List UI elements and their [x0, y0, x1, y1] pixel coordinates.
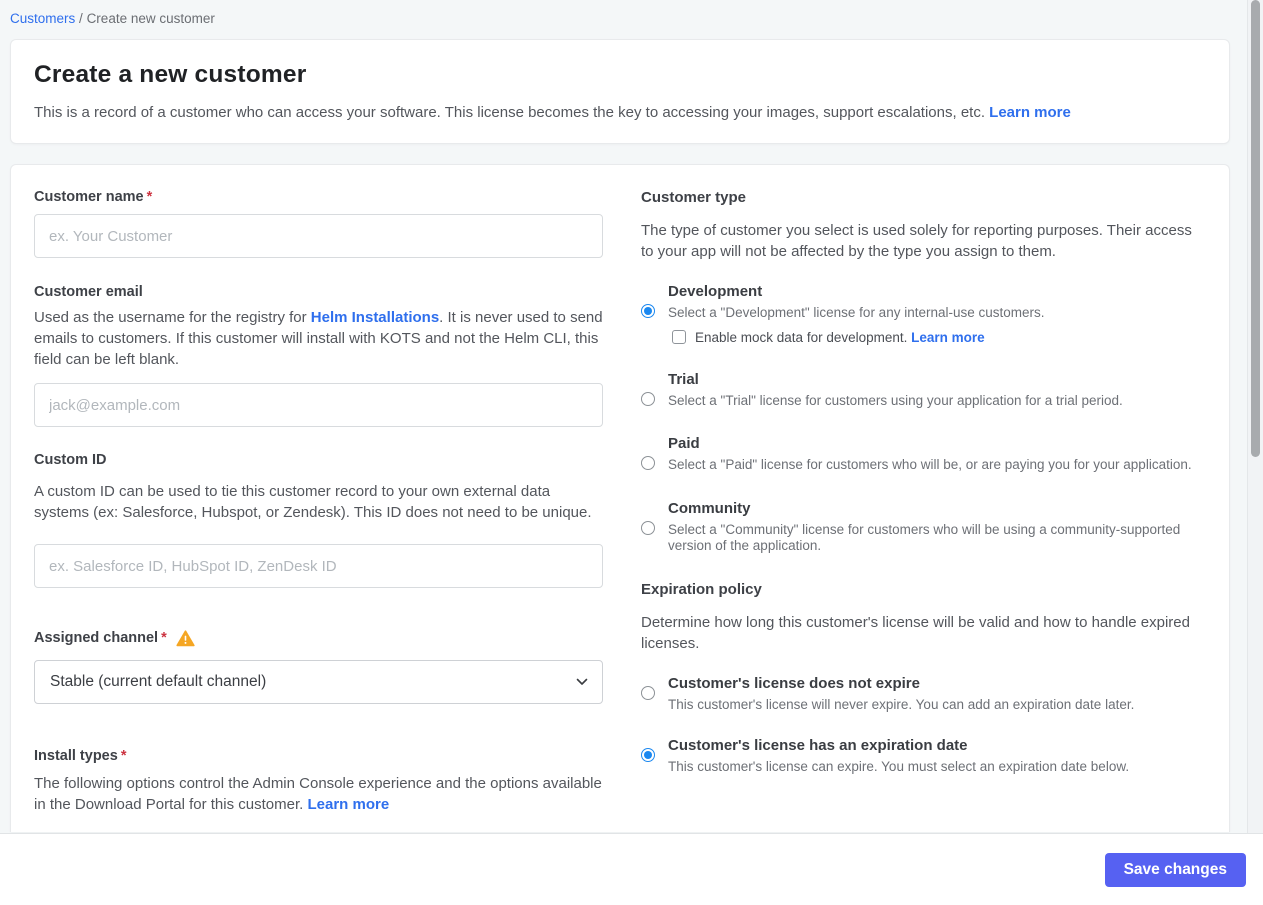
- customer-type-description: The type of customer you select is used …: [641, 222, 1192, 260]
- required-asterisk: *: [120, 748, 127, 764]
- customer-name-label: Customer name *: [34, 189, 153, 205]
- form-right-column: Customer type The type of customer you s…: [641, 189, 1193, 832]
- scroll-content: Customers / Create new customer Create a…: [0, 0, 1247, 833]
- customer-type-option-community: Community Select a "Community" license f…: [641, 500, 1193, 555]
- option-description: Select a "Development" license for any i…: [668, 305, 1045, 320]
- warning-icon: [176, 630, 195, 647]
- mock-data-checkbox-row: Enable mock data for development. Learn …: [672, 330, 1193, 345]
- install-types-label: Install types *: [34, 748, 127, 764]
- helm-installations-link[interactable]: Helm Installations: [311, 309, 439, 326]
- form-left-column: Customer name* Customer email Used as th…: [34, 189, 603, 832]
- radio-license-has-expiration[interactable]: [641, 748, 655, 762]
- customer-type-option-trial: Trial Select a "Trial" license for custo…: [641, 371, 1193, 410]
- footer-bar: Save changes: [0, 833, 1263, 905]
- expiration-option-has-date: Customer's license has an expiration dat…: [641, 737, 1193, 776]
- page-title: Create a new customer: [34, 61, 307, 88]
- custom-id-input[interactable]: [34, 544, 603, 588]
- option-label: Development: [668, 283, 763, 300]
- mock-data-learn-more-link[interactable]: Learn more: [911, 330, 985, 345]
- customer-email-help: Used as the username for the registry fo…: [34, 309, 603, 368]
- radio-development[interactable]: [641, 304, 655, 318]
- option-description: Select a "Community" license for custome…: [668, 521, 1181, 554]
- breadcrumb: Customers / Create new customer: [0, 0, 1247, 26]
- option-label: Customer's license does not expire: [668, 674, 920, 692]
- assigned-channel-select[interactable]: Stable (current default channel): [34, 660, 603, 704]
- header-learn-more-link[interactable]: Learn more: [989, 104, 1071, 121]
- page-description: This is a record of a customer who can a…: [34, 102, 1206, 123]
- customer-email-input[interactable]: [34, 383, 603, 427]
- required-asterisk: *: [161, 629, 167, 646]
- chevron-down-icon: [576, 673, 588, 691]
- option-label: Community: [668, 499, 751, 517]
- breadcrumb-separator: /: [79, 11, 83, 26]
- radio-license-no-expire[interactable]: [641, 685, 655, 700]
- mock-data-checkbox[interactable]: [672, 330, 686, 344]
- radio-community[interactable]: [641, 520, 655, 535]
- assigned-channel-label: Assigned channel *: [34, 629, 167, 646]
- option-description: Select a "Trial" license for customers u…: [668, 392, 1123, 408]
- page-description-text: This is a record of a customer who can a…: [34, 104, 985, 121]
- expiration-option-no-expire: Customer's license does not expire This …: [641, 675, 1193, 714]
- expiration-policy-heading: Expiration policy: [641, 580, 762, 598]
- expiration-policy-description: Determine how long this customer's licen…: [641, 613, 1190, 652]
- option-description: This customer's license can expire. You …: [668, 759, 1130, 774]
- install-types-learn-more-link[interactable]: Learn more: [307, 796, 389, 813]
- option-label: Paid: [668, 435, 700, 452]
- page-scrollbar[interactable]: [1247, 0, 1263, 833]
- mock-data-checkbox-label: Enable mock data for development. Learn …: [695, 329, 985, 345]
- radio-trial[interactable]: [641, 391, 655, 406]
- assigned-channel-label-row: Assigned channel *: [34, 628, 603, 647]
- option-description: This customer's license will never expir…: [668, 696, 1135, 712]
- breadcrumb-current: Create new customer: [86, 11, 215, 26]
- install-types-help: The following options control the Admin …: [34, 775, 602, 813]
- customer-form-card: Customer name* Customer email Used as th…: [10, 164, 1230, 832]
- option-description: Select a "Paid" license for customers wh…: [668, 457, 1192, 472]
- radio-paid[interactable]: [641, 456, 655, 470]
- customer-type-option-paid: Paid Select a "Paid" license for custome…: [641, 435, 1193, 474]
- header-card: Create a new customer This is a record o…: [10, 39, 1230, 144]
- customer-name-input[interactable]: [34, 214, 603, 258]
- save-changes-button[interactable]: Save changes: [1104, 852, 1246, 887]
- custom-id-label: Custom ID: [34, 452, 107, 468]
- custom-id-help: A custom ID can be used to tie this cust…: [34, 483, 592, 521]
- customer-type-option-development: Development Select a "Development" licen…: [641, 283, 1193, 345]
- option-label: Customer's license has an expiration dat…: [668, 737, 968, 754]
- scrollbar-thumb[interactable]: [1251, 0, 1260, 457]
- customer-type-heading: Customer type: [641, 189, 747, 206]
- create-customer-page: Customers / Create new customer Create a…: [0, 0, 1263, 905]
- breadcrumb-customers-link[interactable]: Customers: [10, 11, 75, 26]
- required-asterisk: *: [146, 189, 153, 205]
- option-label: Trial: [668, 370, 699, 388]
- customer-email-label: Customer email: [34, 284, 143, 300]
- assigned-channel-selected-value: Stable (current default channel): [50, 673, 267, 690]
